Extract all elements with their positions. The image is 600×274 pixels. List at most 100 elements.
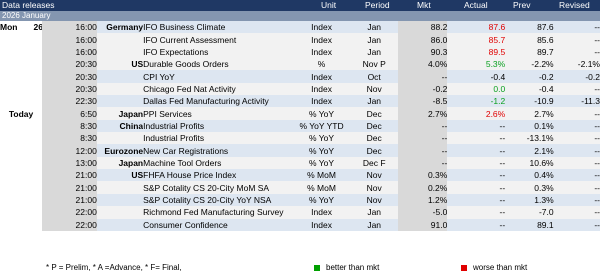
event-cell: IFO Current Assessment [143, 33, 293, 46]
revised-cell: -- [553, 193, 600, 207]
table-row: 22:00 Richmond Fed Manufacturing Survey In… [0, 206, 600, 219]
unit-cell: Index [292, 45, 351, 59]
period-cell: Oct [350, 70, 398, 83]
footnote: * P = Prelim, * A =Advance, * F= Final, [46, 263, 182, 272]
country-cell: China [96, 119, 144, 133]
mkt-cell: 2.7% [397, 107, 448, 120]
day-cell: Mon 26 [0, 21, 42, 33]
prev-cell: 89.7 [505, 45, 554, 59]
day-cell [0, 206, 42, 218]
period-cell: Dec [350, 107, 398, 120]
unit-cell: % YoY [292, 144, 351, 157]
column-header-revised: Revised [559, 0, 590, 10]
table-row: 20:30 CPI YoY Index Oct -- -0.4 -0.2 -0.2 [0, 70, 600, 83]
day-cell [0, 46, 42, 58]
event-cell: S&P Cotality CS 20-City YoY NSA [143, 193, 293, 207]
country-cell [96, 33, 144, 46]
time-cell: 22:30 [42, 95, 97, 108]
header-title: Data releases [2, 0, 55, 10]
country-cell: US [96, 169, 144, 182]
day-cell [0, 219, 42, 231]
table-row: 8:30 Industrial Profits% YoY Dec -- -- -13.1%… [0, 132, 600, 145]
mkt-cell: 1.2% [397, 193, 448, 207]
column-header-mkt: Mkt [417, 0, 431, 10]
prev-cell: -2.2% [505, 58, 554, 71]
time-cell: 21:00 [42, 193, 97, 207]
actual-cell: 5.3% [447, 58, 506, 71]
mkt-cell: -- [397, 70, 448, 83]
prev-cell: 89.1 [505, 218, 554, 231]
unit-cell: % YoY [292, 107, 351, 120]
day-cell [0, 70, 42, 82]
actual-cell: -0.4 [447, 70, 506, 83]
prev-cell: -10.9 [505, 95, 554, 108]
prev-cell: 0.1% [505, 119, 554, 133]
period-cell: Jan [350, 206, 398, 219]
period-cell: Nov [350, 181, 398, 194]
prev-cell: 0.4% [505, 169, 554, 182]
revised-cell: -- [553, 82, 600, 96]
period-cell: Dec [350, 132, 398, 145]
month-label: 2026 January [2, 11, 51, 20]
column-header-period: Period [365, 0, 390, 10]
time-cell: 21:00 [42, 181, 97, 194]
unit-cell: Index [292, 82, 351, 96]
event-cell: Industrial Profits [143, 132, 293, 145]
weekday-label: Mon [0, 22, 18, 33]
event-cell: New Car Registrations [143, 144, 293, 157]
unit-cell: Index [292, 33, 351, 46]
today-label: Today [8, 108, 34, 119]
country-cell [96, 45, 144, 59]
time-cell: 20:30 [42, 82, 97, 96]
country-cell: Japan [96, 107, 144, 120]
revised-cell: -- [553, 206, 600, 219]
prev-cell: 87.6 [505, 21, 554, 34]
green-swatch-icon [314, 265, 320, 271]
mkt-cell: -0.2 [397, 82, 448, 96]
red-swatch-icon [461, 265, 467, 271]
mkt-cell: 91.0 [397, 218, 448, 231]
mkt-cell: -- [397, 119, 448, 133]
mkt-cell: 4.0% [397, 58, 448, 71]
actual-cell: -- [447, 156, 506, 170]
time-cell: 16:00 [42, 33, 97, 46]
event-cell: S&P Cotality CS 20-City MoM SA [143, 181, 293, 194]
unit-cell: % YoY [292, 156, 351, 170]
prev-cell: 2.1% [505, 144, 554, 157]
revised-cell: -- [553, 218, 600, 231]
period-cell: Nov [350, 169, 398, 182]
unit-cell: Index [292, 70, 351, 83]
time-cell: 6:50 [42, 107, 97, 120]
table-row: 22:00 Consumer Confidence Index Jan 91.0 -- 89… [0, 218, 600, 231]
time-cell: 16:00 [42, 21, 97, 34]
prev-cell: -7.0 [505, 206, 554, 219]
unit-cell: % [292, 58, 351, 71]
revised-cell: -- [553, 169, 600, 182]
time-cell: 13:00 [42, 156, 97, 170]
time-cell: 22:00 [42, 206, 97, 219]
revised-cell: -- [553, 181, 600, 194]
country-cell [96, 193, 144, 207]
period-cell: Jan [350, 21, 398, 34]
table-row: 21:00 S&P Cotality CS 20-City YoY NSA% Yo… [0, 193, 600, 207]
event-cell: FHFA House Price Index [143, 169, 293, 182]
mkt-cell: -- [397, 144, 448, 157]
actual-cell: -- [447, 218, 506, 231]
time-cell: 8:30 [42, 119, 97, 133]
period-cell: Nov [350, 193, 398, 207]
actual-cell: -- [447, 206, 506, 219]
unit-cell: % YoY [292, 193, 351, 207]
mkt-cell: -8.5 [397, 95, 448, 108]
prev-cell: -0.4 [505, 82, 554, 96]
event-cell: Chicago Fed Nat Activity [143, 82, 293, 96]
footer: * P = Prelim, * A =Advance, * F= Final, … [0, 262, 600, 274]
revised-cell: -- [553, 119, 600, 133]
event-cell: IFO Business Climate [143, 21, 293, 34]
actual-cell: 85.7 [447, 33, 506, 46]
unit-cell: % YoY YTD [292, 119, 351, 133]
month-subheader: 2026 January [0, 11, 600, 21]
period-cell: Jan [350, 45, 398, 59]
actual-cell: 2.6% [447, 107, 506, 120]
prev-cell: 10.6% [505, 156, 554, 170]
table-row: 16:00 IFO Expectations Index Jan 90.3 89.5 89.… [0, 45, 600, 59]
